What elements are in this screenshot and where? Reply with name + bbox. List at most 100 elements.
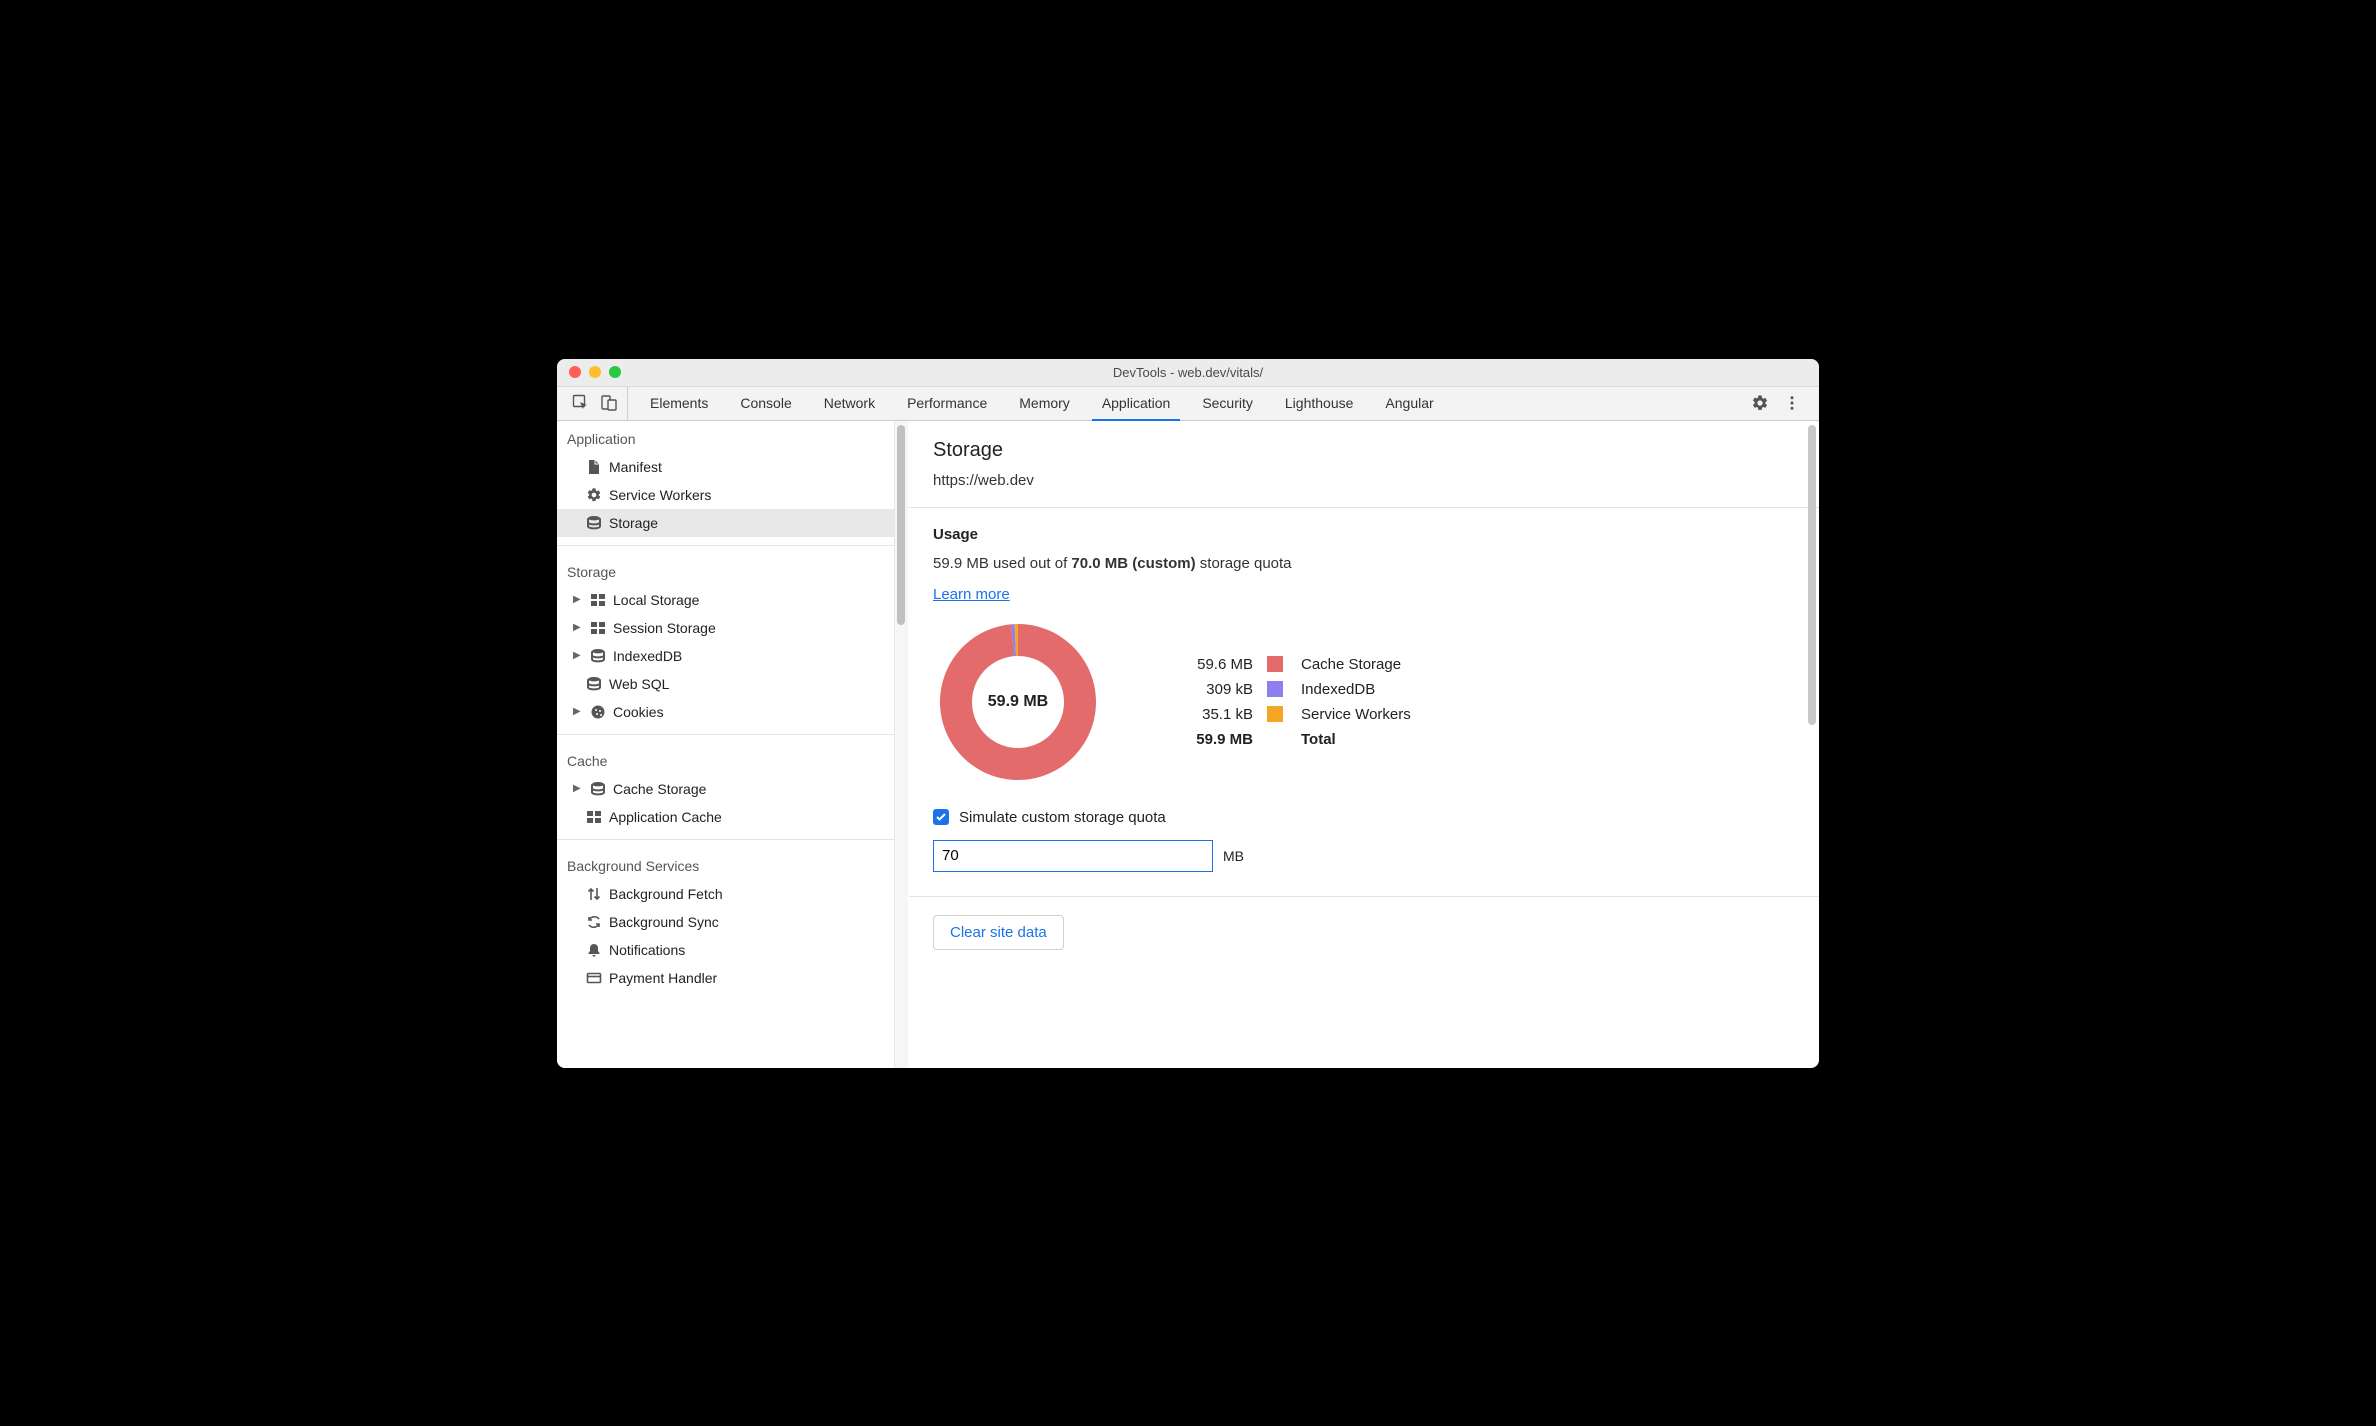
legend-value: 59.6 MB — [1163, 656, 1253, 673]
legend-swatch — [1267, 681, 1283, 697]
sidebar-item-label: Cookies — [613, 704, 664, 720]
sidebar-section-title: Storage — [557, 554, 908, 586]
legend-label: Cache Storage — [1301, 656, 1411, 673]
sidebar-resize-handle[interactable] — [894, 421, 908, 1068]
tab-security[interactable]: Security — [1186, 387, 1269, 420]
titlebar: DevTools - web.dev/vitals/ — [557, 359, 1819, 387]
traffic-lights — [557, 366, 621, 378]
usage-summary: 59.9 MB used out of 70.0 MB (custom) sto… — [933, 555, 1795, 572]
caret-right-icon: ▶ — [573, 706, 583, 717]
sidebar-item-label: Payment Handler — [609, 970, 717, 986]
sidebar-item-cookies[interactable]: ▶ Cookies — [557, 698, 908, 726]
sidebar-scrollbar-thumb[interactable] — [897, 425, 905, 625]
usage-legend: 59.6 MBCache Storage309 kBIndexedDB35.1 … — [1163, 656, 1411, 748]
sidebar-item-payment-handler[interactable]: Payment Handler — [557, 964, 908, 992]
sidebar-item-notifications[interactable]: Notifications — [557, 936, 908, 964]
tabstrip-actions — [1739, 387, 1813, 420]
sidebar-section-title: Application — [557, 421, 908, 453]
inspect-icon[interactable] — [571, 393, 591, 413]
sidebar-item-web-sql[interactable]: Web SQL — [557, 670, 908, 698]
clear-site-data-button[interactable]: Clear site data — [933, 915, 1064, 950]
tabstrip-left-icons — [563, 387, 628, 420]
card-icon — [585, 970, 603, 986]
database-icon — [585, 676, 603, 692]
usage-quota-bold: 70.0 MB (custom) — [1071, 555, 1195, 572]
storage-panel: Storage https://web.dev Usage 59.9 MB us… — [909, 421, 1819, 1068]
learn-more-link[interactable]: Learn more — [933, 586, 1010, 603]
minimize-window-button[interactable] — [589, 366, 601, 378]
window-title: DevTools - web.dev/vitals/ — [557, 365, 1819, 380]
more-vertical-icon[interactable] — [1783, 394, 1801, 412]
tab-application[interactable]: Application — [1086, 387, 1187, 420]
application-sidebar: Application Manifest Service Workers Storag… — [557, 421, 909, 1068]
tab-performance[interactable]: Performance — [891, 387, 1003, 420]
legend-swatch — [1267, 706, 1283, 722]
sidebar-item-label: Background Sync — [609, 914, 719, 930]
tab-lighthouse[interactable]: Lighthouse — [1269, 387, 1370, 420]
usage-prefix: 59.9 MB used out of — [933, 555, 1071, 572]
sidebar-item-label: Cache Storage — [613, 781, 706, 797]
legend-total-label: Total — [1301, 731, 1411, 748]
tab-memory[interactable]: Memory — [1003, 387, 1086, 420]
grid-icon — [585, 809, 603, 825]
sync-icon — [585, 914, 603, 930]
zoom-window-button[interactable] — [609, 366, 621, 378]
sidebar-item-local-storage[interactable]: ▶ Local Storage — [557, 586, 908, 614]
sidebar-item-label: Manifest — [609, 459, 662, 475]
caret-right-icon: ▶ — [573, 594, 583, 605]
sidebar-section-divider — [557, 545, 908, 546]
database-icon — [589, 648, 607, 664]
database-icon — [589, 781, 607, 797]
usage-section: Usage 59.9 MB used out of 70.0 MB (custo… — [909, 508, 1819, 897]
grid-icon — [589, 620, 607, 636]
panel-title: Storage — [933, 439, 1795, 462]
sidebar-item-label: Notifications — [609, 942, 685, 958]
sidebar-item-label: Application Cache — [609, 809, 722, 825]
device-toggle-icon[interactable] — [599, 393, 619, 413]
quota-input[interactable] — [933, 840, 1213, 872]
sidebar-item-label: IndexedDB — [613, 648, 682, 664]
tab-angular[interactable]: Angular — [1369, 387, 1449, 420]
sidebar-item-background-fetch[interactable]: Background Fetch — [557, 880, 908, 908]
content-scrollbar-thumb[interactable] — [1808, 425, 1816, 725]
sidebar-item-label: Web SQL — [609, 676, 669, 692]
settings-gear-icon[interactable] — [1751, 394, 1769, 412]
simulate-quota-label: Simulate custom storage quota — [959, 809, 1166, 826]
usage-suffix: storage quota — [1196, 555, 1292, 572]
sidebar-item-background-sync[interactable]: Background Sync — [557, 908, 908, 936]
main-area: Application Manifest Service Workers Storag… — [557, 421, 1819, 1068]
sidebar-item-session-storage[interactable]: ▶Session Storage — [557, 614, 908, 642]
sidebar-item-cache-storage[interactable]: ▶Cache Storage — [557, 775, 908, 803]
tab-console[interactable]: Console — [724, 387, 807, 420]
simulate-quota-checkbox[interactable] — [933, 809, 949, 825]
file-icon — [585, 459, 603, 475]
usage-donut-chart: 59.9 MB — [933, 617, 1103, 787]
sidebar-item-indexeddb[interactable]: ▶IndexedDB — [557, 642, 908, 670]
sidebar-item-label: Service Workers — [609, 487, 711, 503]
usage-row: 59.9 MB 59.6 MBCache Storage309 kBIndexe… — [933, 617, 1795, 787]
devtools-window: DevTools - web.dev/vitals/ ElementsConso… — [557, 359, 1819, 1068]
sidebar-item-label: Background Fetch — [609, 886, 723, 902]
legend-value: 35.1 kB — [1163, 706, 1253, 723]
devtools-tabstrip: ElementsConsoleNetworkPerformanceMemoryA… — [557, 387, 1819, 421]
sidebar-section-divider — [557, 839, 908, 840]
sidebar-item-label: Storage — [609, 515, 658, 531]
panel-header: Storage https://web.dev — [909, 421, 1819, 508]
sidebar-item-storage[interactable]: Storage — [557, 509, 908, 537]
sidebar-item-application-cache[interactable]: Application Cache — [557, 803, 908, 831]
clear-section: Clear site data — [909, 897, 1819, 968]
gear-icon — [585, 487, 603, 503]
sidebar-item-manifest[interactable]: Manifest — [557, 453, 908, 481]
legend-swatch — [1267, 656, 1283, 672]
sidebar-item-label: Local Storage — [613, 592, 699, 608]
grid-icon — [589, 592, 607, 608]
panel-origin: https://web.dev — [933, 472, 1795, 489]
sidebar-item-service-workers[interactable]: Service Workers — [557, 481, 908, 509]
tab-network[interactable]: Network — [808, 387, 891, 420]
sidebar-section-title: Background Services — [557, 848, 908, 880]
donut-center-label: 59.9 MB — [933, 617, 1103, 787]
tab-elements[interactable]: Elements — [634, 387, 724, 420]
close-window-button[interactable] — [569, 366, 581, 378]
sidebar-item-label: Session Storage — [613, 620, 716, 636]
database-icon — [585, 515, 603, 531]
